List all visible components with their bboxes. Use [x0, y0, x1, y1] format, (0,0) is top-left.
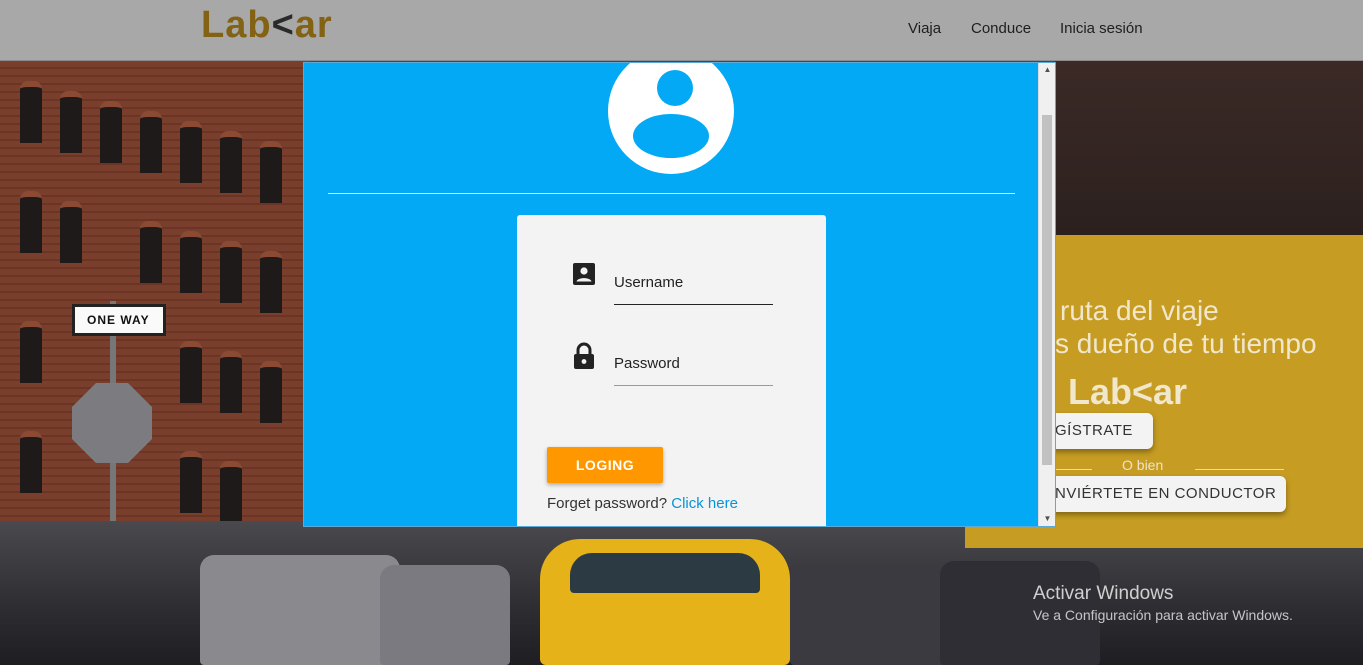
- or-divider-left: [1055, 469, 1092, 470]
- taxi-car: [540, 539, 790, 665]
- labcar-logo[interactable]: Lab<ar: [201, 4, 333, 47]
- logo-text-left: Lab: [201, 4, 272, 46]
- or-divider-right: [1195, 469, 1284, 470]
- promo-headline-2: s dueño de tu tiempo: [1055, 328, 1317, 359]
- dark-building: [1055, 61, 1363, 241]
- stop-sign: [72, 383, 152, 463]
- driver-button[interactable]: NVIÉRTETE EN CONDUCTOR: [1030, 476, 1286, 512]
- username-field[interactable]: Username: [614, 274, 683, 291]
- scroll-down-arrow-icon[interactable]: ▼: [1039, 512, 1056, 526]
- account-box-icon: [573, 263, 595, 285]
- username-underline: [614, 304, 773, 305]
- modal-divider: [328, 193, 1015, 194]
- login-card: Username Password LOGING Forget password…: [517, 215, 826, 526]
- forget-password-link[interactable]: Click here: [671, 495, 738, 512]
- one-way-sign: ONE WAY: [72, 304, 166, 336]
- or-text: O bien: [1122, 457, 1164, 473]
- register-button-label: GÍSTRATE: [1055, 422, 1133, 439]
- driver-button-label: NVIÉRTETE EN CONDUCTOR: [1055, 485, 1277, 502]
- nav-link-conduce[interactable]: Conduce: [971, 20, 1031, 37]
- login-button[interactable]: LOGING: [547, 447, 663, 483]
- windows-activation-subtitle: Ve a Configuración para activar Windows.: [1033, 607, 1293, 623]
- login-modal: Username Password LOGING Forget password…: [304, 63, 1055, 526]
- nav-link-inicia-sesion[interactable]: Inicia sesión: [1060, 20, 1143, 37]
- modal-scrollbar[interactable]: ▲ ▼: [1038, 63, 1055, 526]
- password-field[interactable]: Password: [614, 355, 680, 372]
- promo-logo: Lab<ar: [1068, 371, 1188, 412]
- windows-activation-title: Activar Windows: [1033, 583, 1174, 604]
- password-underline: [614, 385, 773, 386]
- scrollbar-thumb[interactable]: [1042, 115, 1052, 465]
- login-button-label: LOGING: [575, 457, 635, 473]
- forget-password-text: Forget password?: [547, 495, 668, 512]
- scroll-up-arrow-icon[interactable]: ▲: [1039, 63, 1056, 77]
- logo-text-right: ar: [294, 4, 333, 46]
- lock-icon: [574, 342, 594, 369]
- nav-link-viaja[interactable]: Viaja: [908, 20, 941, 37]
- promo-headline-1: ruta del viaje: [1060, 295, 1219, 326]
- one-way-sign-text: ONE WAY: [87, 313, 150, 327]
- forget-password-row: Forget password? Click here: [547, 495, 738, 512]
- user-avatar-icon: [608, 63, 734, 174]
- top-navbar: Lab<ar Viaja Conduce Inicia sesión: [0, 0, 1363, 61]
- logo-chevron: <: [271, 4, 295, 46]
